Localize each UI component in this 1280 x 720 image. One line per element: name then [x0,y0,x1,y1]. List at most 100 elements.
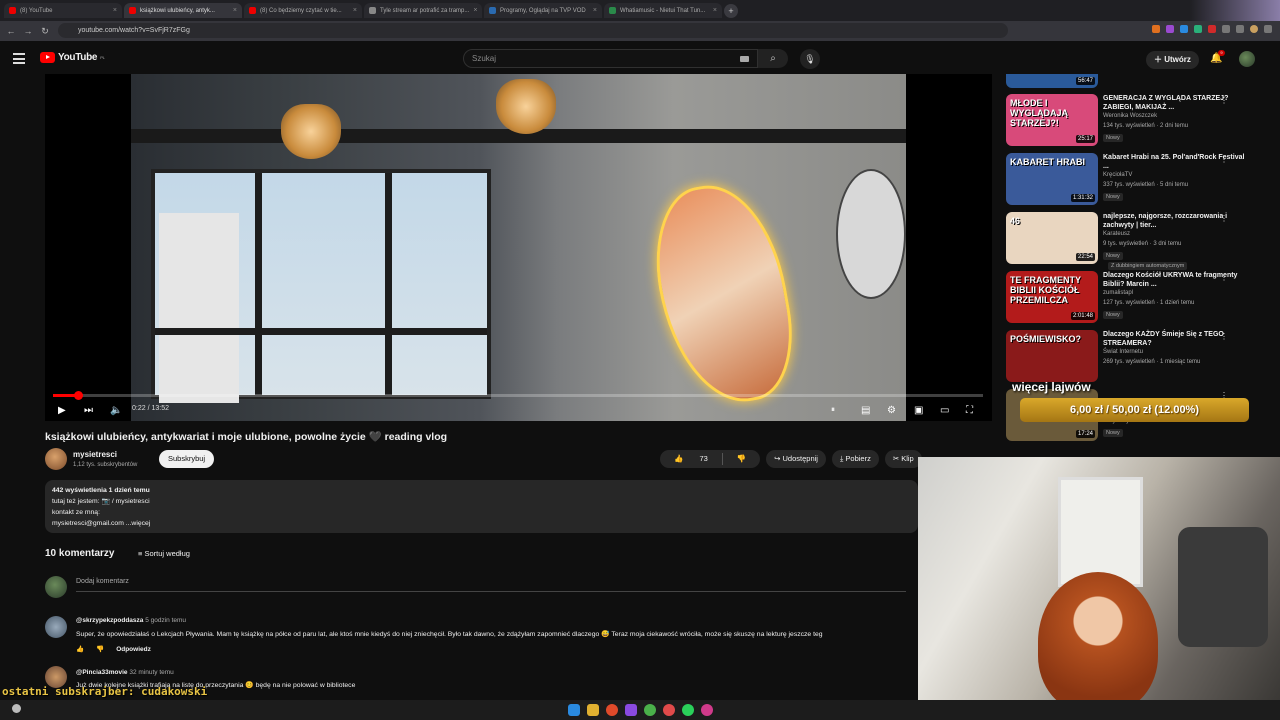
settings-gear-icon[interactable]: ⚙ [887,405,896,416]
volume-icon[interactable]: 🔈 [110,405,122,416]
close-tab-icon[interactable]: × [713,7,717,14]
back-icon[interactable]: ← [5,26,17,36]
close-tab-icon[interactable]: × [473,7,477,14]
comment-avatar[interactable] [45,616,67,638]
video-thumbnail[interactable]: KABARET HRABI 1:31:32 [1006,153,1098,205]
recommended-title[interactable]: najlepsze, najgorsze, rozczarowania i za… [1103,212,1251,230]
search-button[interactable]: ⌕ [758,49,788,68]
voice-search-button[interactable]: 🎙 [800,49,820,69]
play-icon[interactable]: ▶ [58,405,66,416]
recommended-channel[interactable]: KręciołaTV [1103,172,1132,178]
video-thumbnail[interactable]: POŚMIEWISKO? [1006,330,1098,382]
dislike-button[interactable]: 👎 [723,450,760,468]
comment-dislike-icon[interactable]: 👎 [96,645,104,653]
share-button[interactable]: ↪ Udostępnij [766,450,826,468]
url-bar[interactable]: youtube.com/watch?v=SvFjR7zFGg [58,23,1008,38]
video-thumbnail[interactable]: TE FRAGMENTY BIBLII KOŚCIÓŁ PRZEMILCZA 2:… [1006,271,1098,323]
comment-author[interactable]: @skrzypekzpoddasza 5 godzin temu [76,617,186,624]
download-button[interactable]: ⤓ Pobierz [831,450,879,468]
search-input[interactable]: Szukaj [463,49,758,68]
video-thumbnail[interactable]: 46 22:54 [1006,212,1098,264]
file-explorer-icon[interactable] [586,704,599,716]
close-tab-icon[interactable]: × [353,7,357,14]
recommended-channel[interactable]: Karateusz [1103,231,1130,237]
extension-icon[interactable] [1152,25,1160,33]
more-options-icon[interactable]: ⋮ [1220,214,1228,223]
comment-author[interactable]: @Pincia33movie 32 minuty temu [76,669,174,676]
more-options-icon[interactable]: ⋮ [1220,332,1228,341]
recommended-video[interactable]: KABARET HRABI 1:31:32 Kabaret Hrabi na 25.… [1006,153,1264,211]
more-options-icon[interactable]: ⋮ [1220,155,1228,164]
menu-dots-icon[interactable] [1264,25,1272,33]
windows-start-icon[interactable] [567,704,580,716]
browser-tab[interactable]: Whatiamusic - Nietui That Tun... × [604,3,722,18]
recommended-title[interactable]: GENERACJA Z WYGLĄDA STARZEJ? ZABIEGI, MA… [1103,94,1251,112]
channel-avatar[interactable] [45,448,67,470]
description-box[interactable]: 442 wyświetlenia 1 dzień temu tutaj też … [45,480,918,533]
like-button[interactable]: 👍 73 [660,450,722,468]
recommended-video[interactable]: 46 22:54 najlepsze, najgorsze, rozczarowan… [1006,212,1264,270]
profile-icon[interactable] [1250,25,1258,33]
extension-icon[interactable] [1222,25,1230,33]
channel-name[interactable]: mysietresci [73,450,117,459]
browser-tab[interactable]: Programy, Oglądaj na TVP VOD × [484,3,602,18]
close-tab-icon[interactable]: × [233,7,237,14]
app-icon[interactable] [624,704,637,716]
theater-mode-icon[interactable]: ▭ [940,405,949,416]
close-tab-icon[interactable]: × [593,7,597,14]
chrome-icon[interactable] [605,704,618,716]
reload-icon[interactable]: ↻ [39,26,51,37]
video-scene-lamp [281,104,341,159]
sort-comments-button[interactable]: ≡ Sortuj według [138,549,190,558]
browser-tab[interactable]: (8) Co będziemy czytać w tie... × [244,3,362,18]
recommended-title[interactable]: Kabaret Hrabi na 25. Pol'and'Rock Festiv… [1103,153,1251,171]
recommended-title[interactable]: Dlaczego Kościół UKRYWA te fragmenty Bib… [1103,271,1251,289]
add-comment-input[interactable]: Dodaj komentarz [76,578,906,592]
recommended-channel[interactable]: Świat Internetu [1103,349,1143,355]
reply-button[interactable]: Odpowiedz [116,646,151,653]
recommended-video[interactable]: TE FRAGMENTY BIBLII KOŚCIÓŁ PRZEMILCZA 2:… [1006,271,1264,329]
recommended-channel[interactable]: zumalistapl [1103,290,1133,296]
progress-bar[interactable] [53,391,983,400]
close-tab-icon[interactable]: × [113,7,117,14]
account-avatar[interactable] [1239,51,1255,67]
autoplay-toggle-icon[interactable]: ⏸ [831,405,835,415]
recommended-title[interactable]: Dlaczego KAŻDY Śmieje Się z TEGO STREAME… [1103,330,1251,348]
recommended-video[interactable]: RI56:47265 tys. wyświetleń · 2 lata temu… [1006,74,1264,94]
extension-icon[interactable] [1194,25,1202,33]
user-avatar [45,576,67,598]
subscribe-button[interactable]: Subskrybuj [159,450,215,468]
clip-button[interactable]: ✂ Klip [884,450,922,468]
app-icon[interactable] [662,704,675,716]
extension-icon[interactable] [1166,25,1174,33]
fullscreen-icon[interactable]: ⛶ [966,405,973,416]
video-scene-building [159,213,239,403]
subtitles-icon[interactable]: ▤ [861,405,870,416]
chrome-icon[interactable] [643,704,656,716]
obs-icon[interactable] [12,704,21,713]
hamburger-menu-icon[interactable] [13,53,25,64]
extension-icon[interactable] [1208,25,1216,33]
next-icon[interactable]: ⏭ [84,405,93,416]
new-tab-button[interactable]: + [724,3,738,18]
comment-like-icon[interactable]: 👍 [76,645,84,653]
video-thumbnail[interactable]: RI56:47 [1006,74,1098,88]
spotify-icon[interactable] [681,704,694,716]
recommended-channel[interactable]: Weronika Woszczek [1103,113,1157,119]
more-options-icon[interactable]: ⋮ [1220,96,1228,105]
browser-tab-active[interactable]: książkowi ulubieńcy, antyk... × [124,3,242,18]
forward-icon[interactable]: → [22,26,34,36]
browser-tab[interactable]: (8) YouTube × [4,3,122,18]
keyboard-icon[interactable] [740,56,749,62]
browser-tab[interactable]: Tyle stream ar potrafić za tramp... × [364,3,482,18]
extension-icon[interactable] [1236,25,1244,33]
extension-icon[interactable] [1180,25,1188,33]
youtube-logo[interactable]: YouTube PL [40,52,105,63]
app-icon[interactable] [700,704,713,716]
video-player[interactable]: ▶ ⏭ 🔈 0:22 / 13:52 ⏸ ▤ ⚙ ▣ ▭ ⛶ [45,74,992,421]
more-options-icon[interactable]: ⋮ [1220,273,1228,282]
recommended-video[interactable]: MŁODE I WYGLĄDAJĄ STARZEJ?! 25:17 GENERACJ… [1006,94,1264,152]
video-thumbnail[interactable]: MŁODE I WYGLĄDAJĄ STARZEJ?! 25:17 [1006,94,1098,146]
create-button[interactable]: ＋ Utwórz [1146,51,1199,69]
miniplayer-icon[interactable]: ▣ [914,405,923,416]
